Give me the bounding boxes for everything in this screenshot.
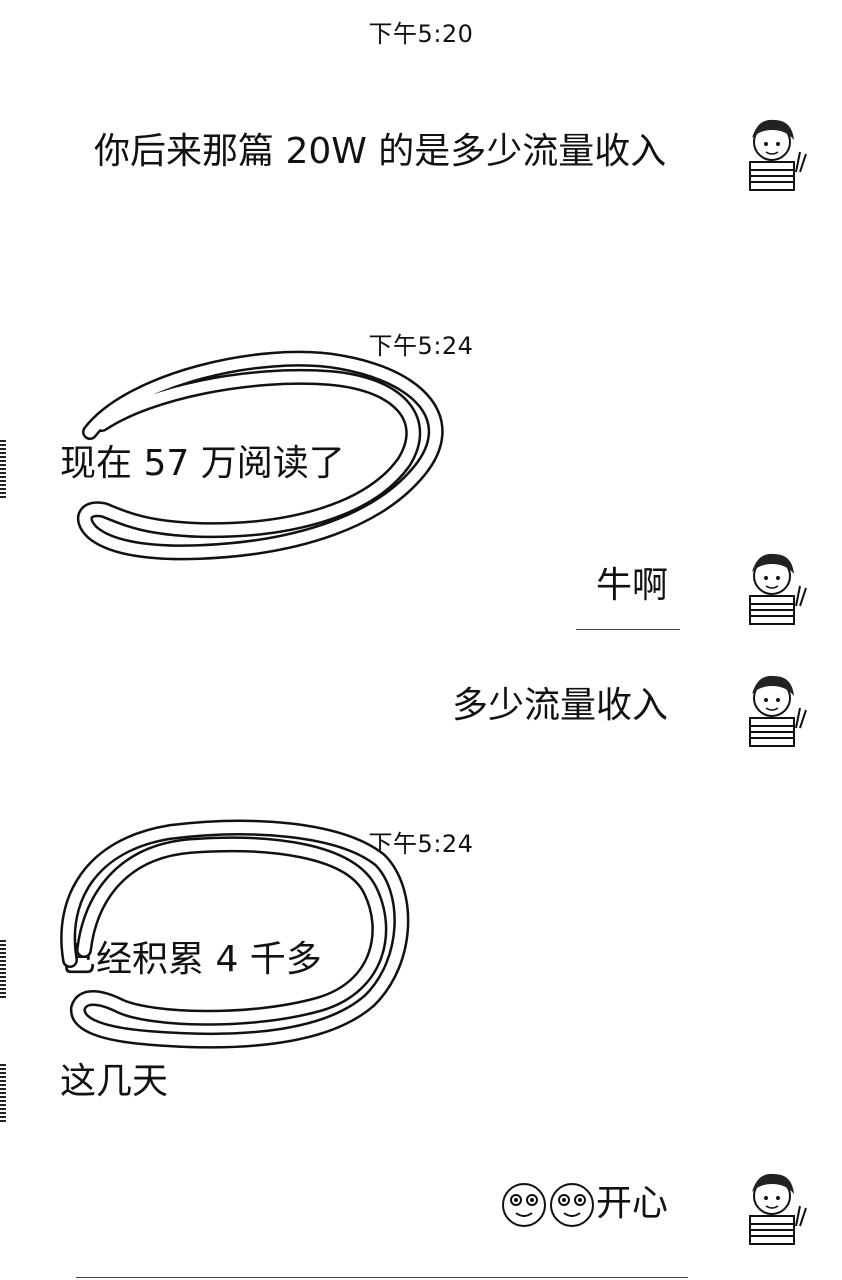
timestamp: 下午5:24 (368, 830, 474, 858)
contact-avatar-edge (0, 1062, 6, 1122)
message-bubble-incoming[interactable]: 已经积累 4 千多 (60, 932, 322, 988)
timestamp: 下午5:24 (368, 332, 474, 360)
message-bubble-outgoing[interactable]: 开心 (440, 1176, 668, 1232)
contact-avatar-edge (0, 938, 6, 998)
message-bubble-outgoing[interactable]: 多少流量收入 (400, 678, 668, 734)
avatar[interactable] (738, 668, 810, 750)
avatar[interactable] (738, 112, 810, 194)
avatar[interactable] (738, 1166, 810, 1248)
face-emoji-icon (549, 1183, 594, 1227)
contact-avatar-edge (0, 438, 6, 498)
message-bubble-outgoing[interactable]: 牛啊 (470, 558, 668, 614)
timestamp: 下午5:20 (368, 20, 474, 48)
face-emoji-icon (501, 1183, 546, 1227)
message-bubble-outgoing[interactable]: 你后来那篇 20W 的是多少流量收入 (94, 124, 674, 180)
divider (576, 629, 680, 630)
message-bubble-incoming[interactable]: 这几天 (60, 1054, 168, 1110)
message-text: 开心 (595, 1183, 668, 1224)
message-bubble-incoming[interactable]: 现在 57 万阅读了 (60, 436, 345, 492)
avatar[interactable] (738, 546, 810, 628)
bottom-divider (76, 1277, 688, 1278)
